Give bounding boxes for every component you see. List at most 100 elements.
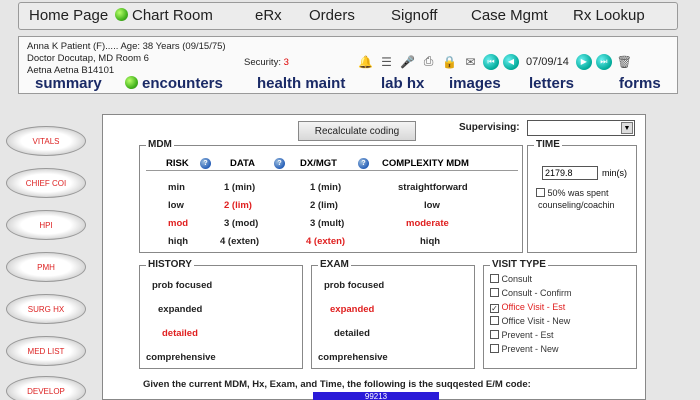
nav-chart-room[interactable]: Chart Room: [115, 7, 213, 24]
nav-erx[interactable]: eRx: [255, 7, 282, 24]
counseling-checkbox-row[interactable]: 50% was spent: [536, 188, 609, 198]
coding-panel: Recalculate coding Supervising: ▼ MDM RI…: [102, 114, 646, 400]
visit-office-est-label: Office Visit - Est: [501, 302, 566, 312]
counseling-checkbox[interactable]: [536, 188, 545, 197]
visit-consult[interactable]: Consult: [490, 274, 532, 284]
lock-icon[interactable]: 🔒: [441, 53, 458, 70]
first-page-icon[interactable]: ⏮: [483, 53, 499, 70]
mdm-header-complexity: COMPLEXITY MDM: [382, 158, 469, 169]
nav-signoff[interactable]: Signoff: [391, 7, 437, 24]
mdm-dx-exten[interactable]: 4 (exten): [306, 236, 345, 247]
mdm-data-min[interactable]: 1 (min): [224, 182, 255, 193]
history-expanded[interactable]: expanded: [158, 304, 202, 315]
mdm-complexity-low[interactable]: low: [424, 200, 440, 211]
mdm-risk-mod[interactable]: mod: [168, 218, 188, 229]
mdm-header-dxmgt: DX/MGT: [300, 158, 337, 169]
help-icon[interactable]: ?: [200, 158, 211, 169]
sidebar-med-list[interactable]: MED LIST: [6, 336, 86, 366]
chart-tabs: summary encounters health maint lab hx i…: [33, 75, 673, 93]
printer-icon[interactable]: ⎙: [420, 53, 437, 70]
mdm-complexity-moderate[interactable]: moderate: [406, 218, 449, 229]
mdm-header-risk: RISK: [166, 158, 189, 169]
history-comprehensive[interactable]: comprehensive: [146, 352, 216, 363]
mdm-group: MDM RISK ? DATA ? DX/MGT ? COMPLEXITY MD…: [139, 139, 523, 253]
history-detailed[interactable]: detailed: [162, 328, 198, 339]
list-icon[interactable]: ☰: [378, 53, 395, 70]
history-group: HISTORY prob focused expanded detailed c…: [139, 259, 303, 369]
visit-consult-checkbox[interactable]: [490, 274, 499, 283]
trash-icon[interactable]: 🗑: [616, 53, 633, 70]
tab-letters[interactable]: letters: [529, 75, 574, 92]
supervising-select[interactable]: ▼: [527, 120, 635, 136]
visit-office-est-checkbox[interactable]: ✓: [490, 304, 499, 313]
mdm-risk-min[interactable]: min: [168, 182, 185, 193]
mdm-dx-lim[interactable]: 2 (lim): [310, 200, 338, 211]
mdm-data-lim[interactable]: 2 (lim): [224, 200, 252, 211]
history-prob-focused[interactable]: prob focused: [152, 280, 212, 291]
visit-office-est[interactable]: ✓ Office Visit - Est: [490, 302, 565, 313]
tab-summary[interactable]: summary: [35, 75, 102, 92]
nav-case-mgmt[interactable]: Case Mgmt: [471, 7, 548, 24]
status-dot-icon: [115, 8, 128, 21]
tab-forms[interactable]: forms: [619, 75, 661, 92]
em-code-value: 99213: [313, 392, 439, 400]
nav-home-page[interactable]: Home Page: [29, 7, 108, 24]
time-input[interactable]: 2179.8: [542, 166, 598, 180]
mdm-complexity-straightforward[interactable]: straightforward: [398, 182, 468, 193]
recalculate-coding-button[interactable]: Recalculate coding: [298, 121, 416, 141]
tab-health-maint[interactable]: health maint: [257, 75, 345, 92]
tab-encounters[interactable]: encounters: [125, 75, 223, 92]
sidebar-pmh[interactable]: PMH: [6, 252, 86, 282]
visit-type-legend: VISIT TYPE: [490, 259, 548, 270]
mdm-dx-min[interactable]: 1 (min): [310, 182, 341, 193]
mdm-data-exten[interactable]: 4 (exten): [220, 236, 259, 247]
chevron-down-icon: ▼: [621, 122, 633, 134]
mdm-complexity-high[interactable]: hiqh: [420, 236, 440, 247]
next-page-icon[interactable]: ▶: [575, 53, 592, 70]
sidebar-vitals[interactable]: VITALS: [6, 126, 86, 156]
microphone-icon[interactable]: 🎤: [399, 53, 416, 70]
mdm-data-mod[interactable]: 3 (mod): [224, 218, 258, 229]
visit-consult-confirm[interactable]: Consult - Confirm: [490, 288, 572, 298]
exam-expanded[interactable]: expanded: [330, 304, 374, 315]
mdm-dx-mult[interactable]: 3 (mult): [310, 218, 344, 229]
top-nav: Home Page Chart Room eRx Orders Signoff …: [18, 2, 678, 30]
visit-office-new-label: Office Visit - New: [501, 316, 571, 326]
tab-images[interactable]: images: [449, 75, 501, 92]
nav-rx-lookup[interactable]: Rx Lookup: [573, 7, 645, 24]
help-icon[interactable]: ?: [358, 158, 369, 169]
exam-detailed[interactable]: detailed: [334, 328, 370, 339]
sidebar-hpi[interactable]: HPI: [6, 210, 86, 240]
tab-lab-hx[interactable]: lab hx: [381, 75, 424, 92]
patient-name: Anna K Patient (F)..... Age: 38 Years (0…: [27, 41, 226, 52]
visit-prevent-new-checkbox[interactable]: [490, 344, 499, 353]
toolbar-icons: 🔔 ☰ 🎤 ⎙ 🔒 ✉ ⏮ ◀ 07/09/14 ▶ ⏭ 🗑: [357, 53, 633, 70]
sidebar-chief-complaint[interactable]: CHIEF COI: [6, 168, 86, 198]
exam-comprehensive[interactable]: comprehensive: [318, 352, 388, 363]
visit-prevent-new[interactable]: Prevent - New: [490, 344, 559, 354]
visit-prevent-est-checkbox[interactable]: [490, 330, 499, 339]
visit-consult-confirm-checkbox[interactable]: [490, 288, 499, 297]
exam-prob-focused[interactable]: prob focused: [324, 280, 384, 291]
mdm-risk-high[interactable]: hiqh: [168, 236, 188, 247]
mdm-header-data: DATA: [230, 158, 255, 169]
nav-chart-room-label: Chart Room: [132, 7, 213, 24]
sidebar-develop[interactable]: DEVELOP: [6, 376, 86, 400]
bell-icon[interactable]: 🔔: [357, 53, 374, 70]
help-icon[interactable]: ?: [274, 158, 285, 169]
visit-office-new[interactable]: Office Visit - New: [490, 316, 570, 326]
mail-icon[interactable]: ✉: [462, 53, 479, 70]
mdm-legend: MDM: [146, 139, 174, 150]
visit-prevent-est[interactable]: Prevent - Est: [490, 330, 554, 340]
prev-page-icon[interactable]: ◀: [503, 53, 519, 70]
visit-office-new-checkbox[interactable]: [490, 316, 499, 325]
sidebar-surg-hx[interactable]: SURG HX: [6, 294, 86, 324]
active-dot-icon: [125, 76, 138, 89]
time-legend: TIME: [534, 139, 562, 150]
visit-type-group: VISIT TYPE Consult Consult - Confirm ✓ O…: [483, 259, 637, 369]
history-legend: HISTORY: [146, 259, 194, 270]
nav-orders[interactable]: Orders: [309, 7, 355, 24]
mdm-risk-low[interactable]: low: [168, 200, 184, 211]
visit-consult-label: Consult: [501, 274, 533, 284]
last-page-icon[interactable]: ⏭: [595, 53, 612, 70]
